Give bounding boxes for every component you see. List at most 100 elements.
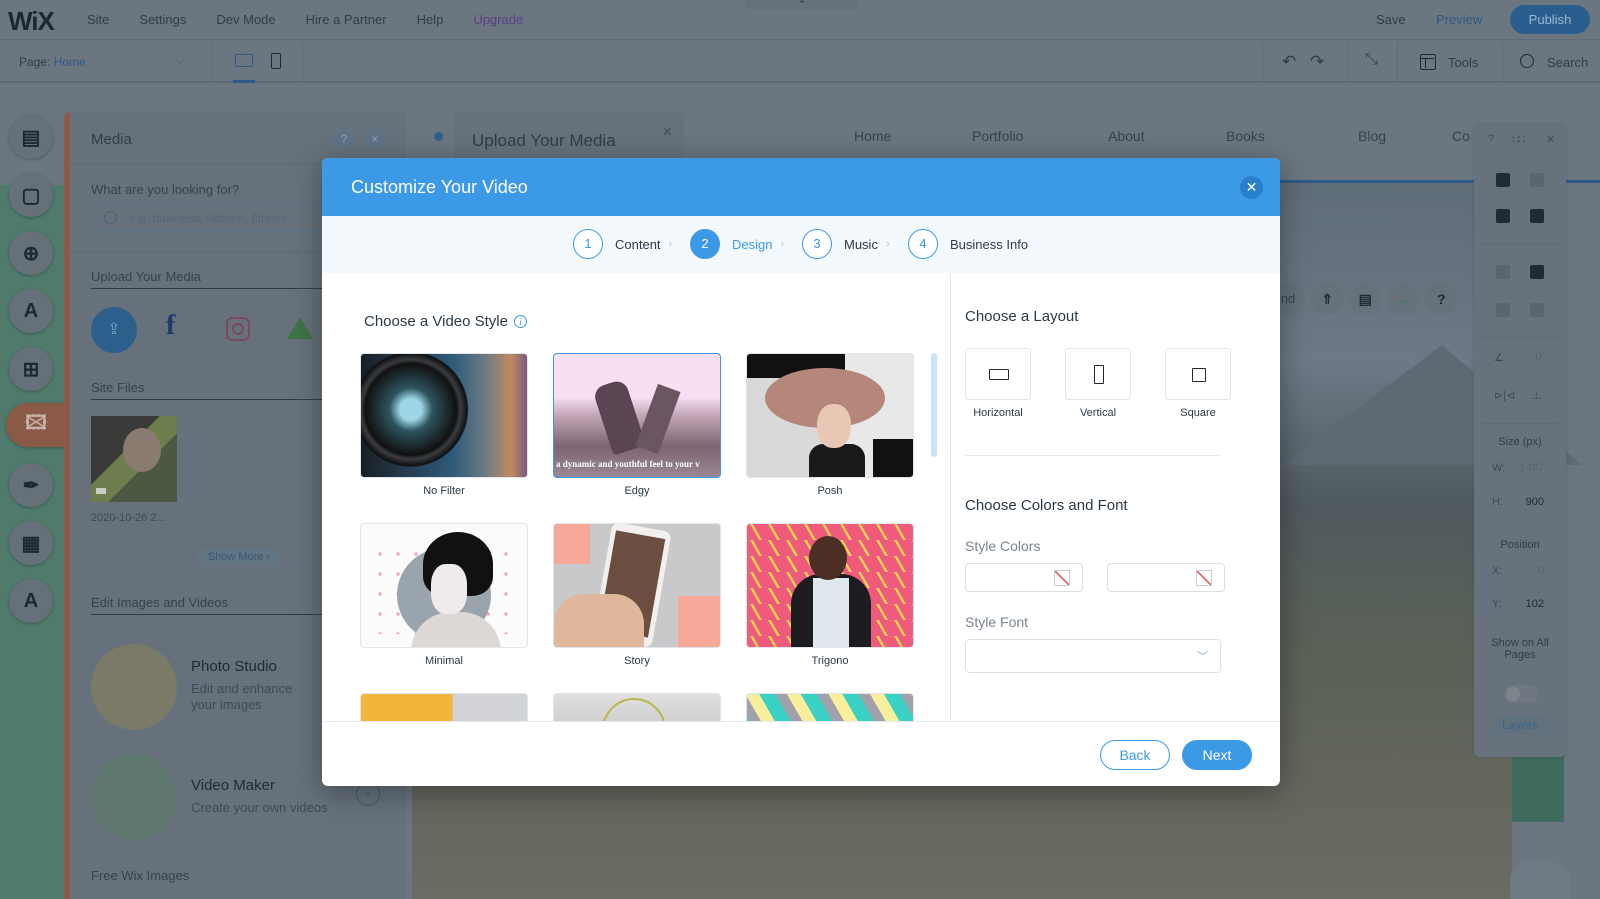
menu-hire-partner[interactable]: Hire a Partner bbox=[306, 12, 387, 27]
chevron-down-icon[interactable]: ⌵ bbox=[176, 53, 185, 68]
flip-vertical-icon[interactable]: ⊥ bbox=[1532, 389, 1542, 402]
photo-studio-icon[interactable] bbox=[91, 644, 177, 730]
style-card-row3-1[interactable] bbox=[360, 693, 528, 721]
tools-icon[interactable] bbox=[1420, 54, 1436, 70]
facebook-icon[interactable]: f bbox=[166, 310, 175, 342]
style-card-posh[interactable]: Posh bbox=[746, 353, 914, 497]
style-font-dropdown[interactable]: ﹀ bbox=[965, 639, 1221, 673]
publish-button[interactable]: Publish bbox=[1510, 5, 1590, 34]
style-card-trigono[interactable]: Trigono bbox=[746, 523, 914, 667]
style-card-no-filter[interactable]: No Filter bbox=[360, 353, 528, 497]
mobile-view-icon[interactable] bbox=[271, 53, 281, 69]
style-card-minimal[interactable]: Minimal bbox=[360, 523, 528, 667]
style-color-1[interactable] bbox=[965, 563, 1083, 592]
info-icon[interactable]: i bbox=[514, 315, 527, 328]
undo-icon[interactable]: ↶ bbox=[1282, 52, 1296, 72]
video-maker-icon[interactable] bbox=[91, 754, 177, 840]
layout-horizontal[interactable]: Horizontal bbox=[965, 348, 1031, 419]
back-button[interactable]: Back bbox=[1100, 740, 1170, 770]
menu-site[interactable]: Site bbox=[87, 12, 109, 27]
style-card-row3-2[interactable] bbox=[553, 693, 721, 721]
close-icon[interactable]: ✕ bbox=[1240, 176, 1263, 199]
site-nav-blog[interactable]: Blog bbox=[1358, 128, 1386, 144]
rotation-value[interactable]: 0° bbox=[1516, 351, 1546, 363]
height-value[interactable]: 900 bbox=[1514, 496, 1544, 508]
theme-icon[interactable]: A bbox=[9, 289, 53, 333]
stretch-icon[interactable]: ↔ bbox=[1387, 283, 1420, 315]
help-icon[interactable]: ? bbox=[1488, 133, 1494, 145]
bookings-calendar-icon[interactable]: ▦ bbox=[9, 521, 53, 565]
zoom-out-icon[interactable]: ⤡ bbox=[1365, 51, 1378, 69]
app-market-icon[interactable]: ⊞ bbox=[9, 347, 53, 391]
width-value[interactable]: 1487 bbox=[1514, 462, 1544, 474]
add-icon[interactable]: ⊕ bbox=[9, 231, 53, 275]
media-search-input[interactable]: e.g. business, fashion, fitness bbox=[91, 204, 351, 232]
step-music[interactable]: 3 Music › bbox=[802, 229, 890, 259]
close-icon[interactable]: × bbox=[364, 128, 386, 150]
layout-icon[interactable]: ▤ bbox=[1349, 283, 1382, 315]
delete-icon[interactable] bbox=[1530, 209, 1544, 223]
step-content[interactable]: 1 Content › bbox=[573, 229, 672, 259]
layers-button[interactable]: Layers bbox=[1490, 715, 1550, 735]
style-card-story[interactable]: Story bbox=[553, 523, 721, 667]
help-icon[interactable]: ? bbox=[1425, 283, 1458, 315]
layout-vertical[interactable]: Vertical bbox=[1065, 348, 1131, 419]
close-icon[interactable]: ✕ bbox=[662, 124, 673, 140]
site-nav-home[interactable]: Home bbox=[854, 128, 891, 144]
scrollbar[interactable] bbox=[931, 353, 937, 457]
page-label: Page: bbox=[19, 55, 51, 69]
site-nav-contact[interactable]: Co bbox=[1452, 128, 1470, 144]
business-icon[interactable]: A bbox=[9, 579, 53, 623]
save-button[interactable]: Save bbox=[1376, 12, 1406, 27]
site-nav-books[interactable]: Books bbox=[1226, 128, 1265, 144]
chat-icon[interactable] bbox=[1510, 862, 1570, 899]
style-color-2[interactable] bbox=[1107, 563, 1225, 592]
blog-pen-icon[interactable]: ✒ bbox=[9, 463, 53, 507]
copy-icon[interactable] bbox=[1496, 173, 1510, 187]
redo-icon[interactable]: ↷ bbox=[1310, 52, 1324, 72]
next-button[interactable]: Next bbox=[1182, 740, 1252, 770]
desktop-view-icon[interactable] bbox=[235, 54, 253, 67]
menu-settings[interactable]: Settings bbox=[139, 12, 186, 27]
search-icon[interactable] bbox=[1520, 54, 1534, 68]
preview-button[interactable]: Preview bbox=[1436, 12, 1482, 27]
show-all-pages-toggle[interactable] bbox=[1504, 685, 1538, 703]
close-icon[interactable]: ✕ bbox=[1546, 133, 1555, 146]
site-nav-about[interactable]: About bbox=[1108, 128, 1145, 144]
site-file-thumbnail[interactable] bbox=[91, 416, 177, 502]
menu-dev-mode[interactable]: Dev Mode bbox=[216, 12, 275, 27]
page-selector[interactable]: Page: Home bbox=[19, 55, 86, 69]
upload-icon[interactable]: ⇪ bbox=[91, 307, 137, 353]
photo-studio-title[interactable]: Photo Studio bbox=[191, 658, 277, 675]
menu-help[interactable]: Help bbox=[417, 12, 444, 27]
y-value[interactable]: 102 bbox=[1514, 598, 1544, 610]
thumbnail-image bbox=[123, 428, 161, 472]
flip-horizontal-icon[interactable]: ⊳|⊲ bbox=[1494, 389, 1515, 402]
menu-upgrade[interactable]: Upgrade bbox=[473, 12, 523, 27]
video-maker-title[interactable]: Video Maker bbox=[191, 777, 275, 794]
media-icon[interactable]: 🖾 bbox=[6, 403, 66, 447]
rotate-icon[interactable]: ∠ bbox=[1494, 351, 1504, 364]
background-icon[interactable]: ▢ bbox=[9, 173, 53, 217]
show-more-button[interactable]: Show More › bbox=[196, 548, 282, 566]
align-icon[interactable] bbox=[1530, 265, 1544, 279]
wix-logo[interactable]: WiX bbox=[8, 6, 55, 37]
step-label: Content bbox=[615, 236, 661, 252]
step-design[interactable]: 2 Design › bbox=[690, 229, 784, 259]
arrange-icon[interactable]: ⇑ bbox=[1311, 283, 1344, 315]
style-card-row3-3[interactable] bbox=[746, 693, 914, 721]
collapse-toolbar-tab[interactable]: ⌃ bbox=[746, 0, 858, 10]
google-drive-icon[interactable] bbox=[287, 317, 313, 339]
layout-square[interactable]: Square bbox=[1165, 348, 1231, 419]
drag-handle-icon[interactable]: ∷∷ bbox=[1512, 133, 1525, 146]
pages-icon[interactable]: ▤ bbox=[9, 115, 53, 159]
tools-button[interactable]: Tools bbox=[1448, 55, 1478, 70]
step-business-info[interactable]: 4 Business Info bbox=[908, 229, 1028, 259]
search-button[interactable]: Search bbox=[1547, 55, 1588, 70]
x-value[interactable]: 0 bbox=[1514, 565, 1544, 577]
instagram-icon[interactable] bbox=[226, 317, 250, 341]
help-icon[interactable]: ? bbox=[333, 128, 355, 150]
site-nav-portfolio[interactable]: Portfolio bbox=[972, 128, 1023, 144]
duplicate-icon[interactable] bbox=[1496, 209, 1510, 223]
style-card-edgy[interactable]: a dynamic and youthful feel to your v Ed… bbox=[553, 353, 721, 497]
